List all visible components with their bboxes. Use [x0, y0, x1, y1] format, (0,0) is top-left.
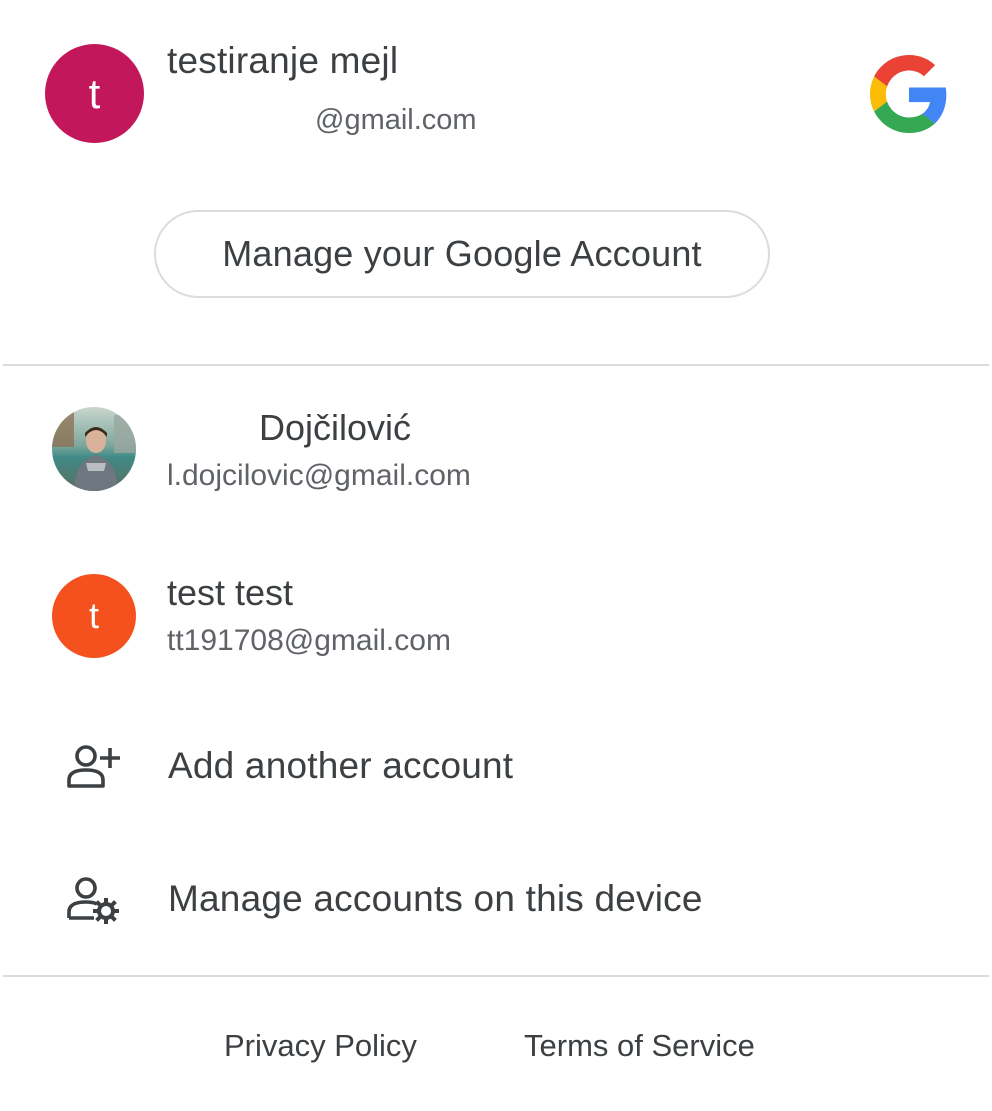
account-avatar: t: [52, 574, 136, 658]
profile-photo-avatar: [52, 407, 136, 491]
profile-photo-image: [52, 407, 136, 491]
google-logo-icon: [870, 55, 947, 133]
terms-of-service-link[interactable]: Terms of Service: [524, 1028, 755, 1064]
manage-google-account-button[interactable]: Manage your Google Account: [154, 210, 770, 298]
manage-accounts-on-device-button[interactable]: Manage accounts on this device: [0, 845, 992, 955]
divider: [3, 975, 989, 977]
account-name: Dojčilović: [167, 407, 411, 449]
account-email: tt191708@gmail.com: [167, 624, 451, 657]
redacted-first-name: [167, 415, 259, 445]
account-name-surname: Dojčilović: [259, 407, 412, 448]
account-row-test-test[interactable]: t test test tt191708@gmail.com: [0, 550, 992, 700]
primary-account-avatar: t: [45, 44, 144, 143]
primary-account-section: t testiranje mejl @gmail.com Manage your…: [0, 0, 992, 360]
account-switcher-dialog: t testiranje mejl @gmail.com Manage your…: [0, 0, 992, 1111]
divider: [3, 364, 989, 366]
add-another-account-button[interactable]: Add another account: [0, 712, 992, 822]
primary-email-suffix: @gmail.com: [315, 104, 477, 136]
manage-accounts-label: Manage accounts on this device: [168, 878, 703, 919]
add-another-account-label: Add another account: [168, 745, 514, 786]
account-email: l.dojcilovic@gmail.com: [167, 459, 471, 492]
manage-accounts-icon: [67, 877, 119, 924]
primary-account-name: testiranje mejl: [167, 40, 399, 81]
privacy-policy-link[interactable]: Privacy Policy: [224, 1028, 417, 1064]
primary-account-email: @gmail.com: [167, 104, 477, 137]
redacted-email-prefix: [167, 106, 315, 136]
account-name: test test: [167, 572, 294, 613]
person-add-icon: [67, 745, 120, 788]
account-row-dojcilovic[interactable]: Dojčilović l.dojcilovic@gmail.com: [0, 385, 992, 535]
